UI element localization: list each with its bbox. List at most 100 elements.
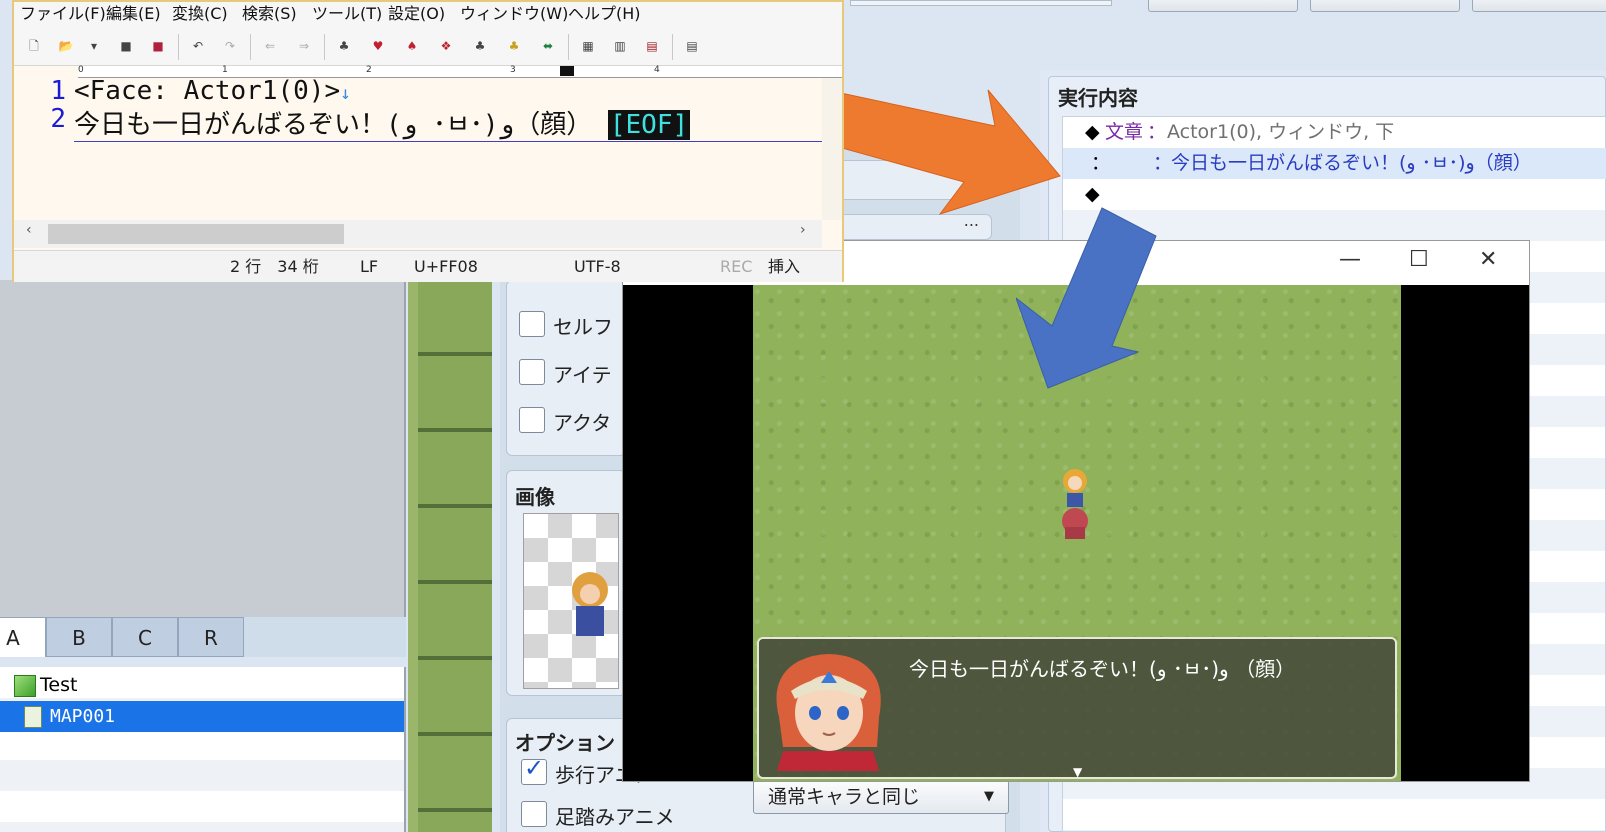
replace-icon[interactable]: ♣ bbox=[472, 38, 488, 54]
scroll-right-icon[interactable]: › bbox=[800, 222, 806, 238]
editor-line: <Face: Actor1(0)>↓ bbox=[74, 76, 351, 106]
checkbox-label: アイテ bbox=[553, 363, 612, 387]
ruler-mark: 4 bbox=[654, 65, 660, 75]
toolbar-separator bbox=[178, 34, 179, 60]
actor-sprite-icon bbox=[572, 572, 608, 636]
char-code: U+FF08 bbox=[414, 257, 478, 276]
compare-icon[interactable]: ▥ bbox=[612, 38, 628, 54]
scroll-left-icon[interactable]: ‹ bbox=[26, 222, 32, 238]
line-number: 1 bbox=[50, 76, 66, 106]
open-folder-icon[interactable]: 📂 bbox=[58, 38, 74, 54]
tile-palette[interactable] bbox=[418, 280, 492, 832]
menu-window[interactable]: ウィンドウ(W) bbox=[460, 2, 568, 26]
editor-menubar: ファイル(F) 編集(E) 変換(C) 検索(S) ツール(T) 設定(O) ウ… bbox=[14, 2, 842, 28]
tree-item-label: Test bbox=[40, 674, 78, 696]
line-ending: LF bbox=[360, 257, 379, 276]
undo-icon[interactable]: ↶ bbox=[190, 38, 206, 54]
dropdown-arrow-icon[interactable]: ▾ bbox=[86, 38, 102, 54]
redo-icon[interactable]: ↷ bbox=[222, 38, 238, 54]
event-command-row[interactable]: ◆ 文章 ： Actor1(0), ウィンドウ, 下 bbox=[1063, 117, 1606, 148]
toolbar-button[interactable] bbox=[1148, 0, 1298, 12]
stepping-anime-checkbox[interactable] bbox=[521, 801, 547, 827]
tree-item-label: MAP001 bbox=[50, 706, 116, 727]
line-number-gutter: 1 2 bbox=[14, 76, 74, 222]
select-value: 通常キャラと同じ bbox=[768, 786, 921, 808]
image-label: 画像 bbox=[515, 485, 555, 509]
tree-item-map[interactable]: MAP001 bbox=[0, 701, 404, 732]
menu-edit[interactable]: 編集(E) bbox=[106, 2, 161, 26]
toolbar-separator bbox=[324, 34, 325, 60]
tag-jump-icon[interactable]: ▤ bbox=[644, 38, 660, 54]
new-file-icon[interactable]: 🗋 bbox=[26, 38, 42, 54]
image-preview[interactable] bbox=[523, 513, 619, 689]
minimize-icon[interactable]: — bbox=[1339, 247, 1361, 272]
priority-select[interactable]: 通常キャラと同じ ▼ bbox=[753, 780, 1009, 814]
print-icon[interactable]: ▤ bbox=[684, 38, 700, 54]
tab-c[interactable]: C bbox=[112, 617, 178, 657]
player-sprite-icon bbox=[1062, 469, 1088, 539]
tab-b[interactable]: B bbox=[46, 617, 112, 657]
maximize-icon[interactable]: ☐ bbox=[1409, 247, 1429, 272]
image-group: 画像 bbox=[506, 470, 626, 696]
editor-text-area[interactable]: <Face: Actor1(0)>↓ 今日も一日がんばるぞい！(و ･ㅂ･)و（… bbox=[74, 76, 822, 220]
toolbar-separator bbox=[568, 34, 569, 60]
jump-icon[interactable]: ⬌ bbox=[540, 38, 556, 54]
event-command-row[interactable]: ： ： 今日も一日がんばるぞい！(و ･ㅂ･)و（顔） bbox=[1063, 148, 1606, 179]
menu-convert[interactable]: 変換(C) bbox=[172, 2, 228, 26]
save-icon[interactable]: ■ bbox=[118, 38, 134, 54]
grep-icon[interactable]: ♣ bbox=[506, 38, 522, 54]
command-name: 文章 bbox=[1105, 121, 1144, 143]
tile-palette-edge bbox=[408, 280, 418, 832]
command-marker: ： bbox=[1091, 152, 1111, 174]
tab-a[interactable]: A bbox=[0, 617, 46, 657]
map-icon bbox=[24, 706, 42, 728]
editor-statusbar: 2 行 34 桁 LF U+FF08 UTF-8 REC 挿入 bbox=[14, 250, 842, 282]
walking-anime-checkbox[interactable]: ✓ bbox=[521, 754, 547, 785]
vertical-scrollbar[interactable] bbox=[822, 78, 842, 220]
scrollbar-thumb[interactable] bbox=[48, 224, 344, 244]
rec-indicator: REC bbox=[720, 257, 753, 276]
line-number: 2 bbox=[50, 104, 66, 134]
map-tree-panel-top bbox=[0, 280, 406, 617]
command-args: Actor1(0), ウィンドウ, 下 bbox=[1167, 121, 1395, 143]
encoding: UTF-8 bbox=[574, 257, 621, 276]
editor-toolbar: 🗋 📂 ▾ ■ ■ ↶ ↷ ⇐ ⇒ ♣ ♥ ♠ ❖ ♣ ♣ ⬌ ▦ ▥ ▤ ▤ bbox=[14, 28, 842, 66]
tab-r[interactable]: R bbox=[178, 617, 244, 657]
line-text: <Face: Actor1(0)> bbox=[74, 76, 341, 106]
toolbar-button[interactable] bbox=[1472, 0, 1606, 12]
command-marker: ◆ bbox=[1085, 121, 1100, 143]
message-text: 今日も一日がんばるぞい！(و ･ㅂ･)و （顔） bbox=[909, 657, 1296, 681]
editor-line: 今日も一日がんばるぞい！(و ･ㅂ･)و（顔） [EOF] bbox=[74, 104, 822, 142]
blue-arrow-icon bbox=[1016, 207, 1157, 389]
newline-marker: ↓ bbox=[340, 83, 351, 104]
checkbox-label: セルフ bbox=[553, 315, 613, 339]
item-checkbox[interactable] bbox=[519, 359, 545, 385]
close-icon[interactable]: ✕ bbox=[1479, 247, 1497, 272]
forward-icon[interactable]: ⇒ bbox=[296, 38, 312, 54]
tree-item-project[interactable]: Test bbox=[0, 670, 404, 701]
conditions-group: セルフ アイテ アクタ bbox=[506, 280, 626, 456]
self-switch-checkbox[interactable] bbox=[519, 311, 545, 337]
menu-tools[interactable]: ツール(T) bbox=[312, 2, 382, 26]
search-next-icon[interactable]: ♥ bbox=[370, 38, 386, 54]
toolbar-separator bbox=[672, 34, 673, 60]
pause-arrow-icon[interactable]: ▼ bbox=[1073, 765, 1082, 779]
checkbox-label: 足踏みアニメ bbox=[555, 805, 675, 829]
command-separator: ： bbox=[1147, 121, 1167, 143]
save-all-icon[interactable]: ■ bbox=[150, 38, 166, 54]
line-text: 今日も一日がんばるぞい！(و ･ㅂ･)و（顔） bbox=[74, 110, 593, 140]
menu-search[interactable]: 検索(S) bbox=[242, 2, 297, 26]
toolbar-separator bbox=[250, 34, 251, 60]
menu-settings[interactable]: 設定(O) bbox=[388, 2, 445, 26]
outline-icon[interactable]: ▦ bbox=[580, 38, 596, 54]
search-icon[interactable]: ♣ bbox=[336, 38, 352, 54]
menu-help[interactable]: ヘルプ(H) bbox=[568, 2, 641, 26]
back-icon[interactable]: ⇐ bbox=[262, 38, 278, 54]
horizontal-scrollbar[interactable]: ‹ › bbox=[14, 220, 822, 248]
bookmark-icon[interactable]: ❖ bbox=[438, 38, 454, 54]
toolbar-button[interactable] bbox=[1310, 0, 1460, 12]
actor-checkbox[interactable] bbox=[519, 407, 545, 433]
search-prev-icon[interactable]: ♠ bbox=[404, 38, 420, 54]
cursor-position: 2 行 34 桁 bbox=[230, 257, 319, 276]
menu-file[interactable]: ファイル(F) bbox=[20, 2, 106, 26]
